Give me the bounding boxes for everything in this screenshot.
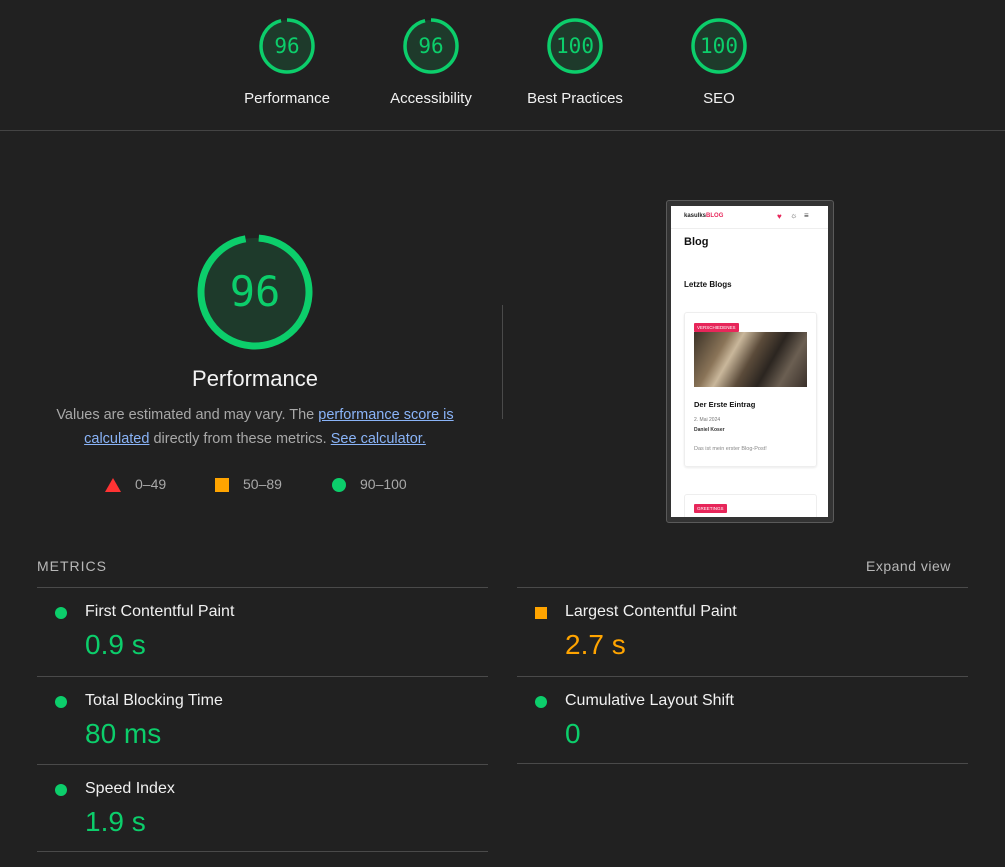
gauge-score: 100 xyxy=(700,34,738,58)
legend-range: 0–49 xyxy=(135,476,167,492)
metrics-heading: METRICS xyxy=(37,558,107,574)
legend-pass: 90–100 xyxy=(332,476,407,493)
divider xyxy=(37,851,488,852)
gauge-ring: 100 xyxy=(690,17,748,75)
gauge-ring: 96 xyxy=(402,17,460,75)
gauge-accessibility[interactable]: 96 Accessibility xyxy=(359,17,503,107)
metric-name: First Contentful Paint xyxy=(85,603,235,620)
screenshot-heading: Blog xyxy=(684,236,709,248)
metric-total-blocking-time: Total Blocking Time 80 ms xyxy=(37,676,488,765)
performance-description: Values are estimated and may vary. The p… xyxy=(40,403,470,451)
final-screenshot[interactable]: kasulksBLOG ♥ ☼ ≡ Blog Letzte Blogs VERS… xyxy=(666,200,834,523)
metric-value: 1.9 s xyxy=(85,806,146,837)
performance-score: 96 xyxy=(229,267,281,316)
gauge-label: Accessibility xyxy=(390,90,472,107)
metric-name: Speed Index xyxy=(85,780,175,797)
legend-range: 90–100 xyxy=(360,476,407,492)
gauge-seo[interactable]: 100 SEO xyxy=(647,17,791,107)
metric-value: 0 xyxy=(565,718,581,749)
triangle-icon xyxy=(105,478,121,493)
screenshot-logo: kasulksBLOG xyxy=(684,213,723,219)
desc-text: directly from these metrics. xyxy=(149,431,331,447)
square-icon xyxy=(215,478,229,493)
gauge-label: Performance xyxy=(244,90,330,107)
pass-circle-icon xyxy=(535,696,547,708)
metric-first-contentful-paint: First Contentful Paint 0.9 s xyxy=(37,587,488,676)
screenshot-screen: kasulksBLOG ♥ ☼ ≡ Blog Letzte Blogs VERS… xyxy=(671,206,828,517)
pass-circle-icon xyxy=(55,784,67,796)
heart-icon: ♥ xyxy=(777,212,782,221)
logo-brand: BLOG xyxy=(706,213,724,219)
card-title: Der Erste Eintrag xyxy=(694,400,756,409)
gauge-score: 96 xyxy=(418,34,444,58)
legend-fail: 0–49 xyxy=(105,476,167,493)
metric-name: Total Blocking Time xyxy=(85,692,223,709)
divider xyxy=(502,305,503,419)
see-calculator-link[interactable]: See calculator. xyxy=(331,431,426,447)
circle-icon xyxy=(332,478,346,493)
summary-bar: 96 Performance 96 Accessibility 100 Best… xyxy=(0,0,1005,131)
metric-speed-index: Speed Index 1.9 s xyxy=(37,764,488,853)
gauge-performance[interactable]: 96 Performance xyxy=(215,17,359,107)
card-badge: VERSCHIEDENES xyxy=(694,323,739,332)
gauge-ring: 96 xyxy=(258,17,316,75)
logo-prefix: kasulks xyxy=(684,213,707,219)
card-excerpt: Das ist mein erster Blog-Post! xyxy=(694,446,767,452)
screenshot-navbar: kasulksBLOG ♥ ☼ ≡ xyxy=(671,206,828,229)
gauge-label: Best Practices xyxy=(527,90,623,107)
pass-circle-icon xyxy=(55,607,67,619)
gauge-label: SEO xyxy=(703,90,735,107)
metric-name: Cumulative Layout Shift xyxy=(565,692,734,709)
metric-value: 80 ms xyxy=(85,718,162,749)
menu-icon: ≡ xyxy=(804,211,809,220)
metric-largest-contentful-paint: Largest Contentful Paint 2.7 s xyxy=(517,587,968,676)
gauge-score: 100 xyxy=(556,34,594,58)
average-square-icon xyxy=(535,607,547,619)
pass-circle-icon xyxy=(55,696,67,708)
card-badge: GREETINGS xyxy=(694,504,727,513)
screenshot-subheading: Letzte Blogs xyxy=(684,280,732,289)
gauge-ring: 100 xyxy=(546,17,604,75)
legend-average: 50–89 xyxy=(215,476,282,493)
metric-value: 0.9 s xyxy=(85,629,146,660)
metric-name: Largest Contentful Paint xyxy=(565,603,737,620)
metric-cumulative-layout-shift: Cumulative Layout Shift 0 xyxy=(517,676,968,765)
divider xyxy=(517,763,968,764)
sun-icon: ☼ xyxy=(790,211,798,220)
desc-text: Values are estimated and may vary. The xyxy=(56,407,319,423)
gauge-best-practices[interactable]: 100 Best Practices xyxy=(503,17,647,107)
legend-range: 50–89 xyxy=(243,476,282,492)
card-image xyxy=(694,332,807,387)
card-date: 2. Mai 2024 xyxy=(694,417,721,423)
card-author: Daniel Koser xyxy=(694,427,725,433)
metric-value: 2.7 s xyxy=(565,629,626,660)
performance-title: Performance xyxy=(192,366,318,391)
screenshot-blog-card: VERSCHIEDENES Der Erste Eintrag 2. Mai 2… xyxy=(684,312,817,467)
performance-gauge: 96 xyxy=(196,233,314,351)
screenshot-blog-card: GREETINGS xyxy=(684,494,817,517)
gauge-score: 96 xyxy=(274,34,300,58)
expand-view-toggle[interactable]: Expand view xyxy=(866,558,951,574)
